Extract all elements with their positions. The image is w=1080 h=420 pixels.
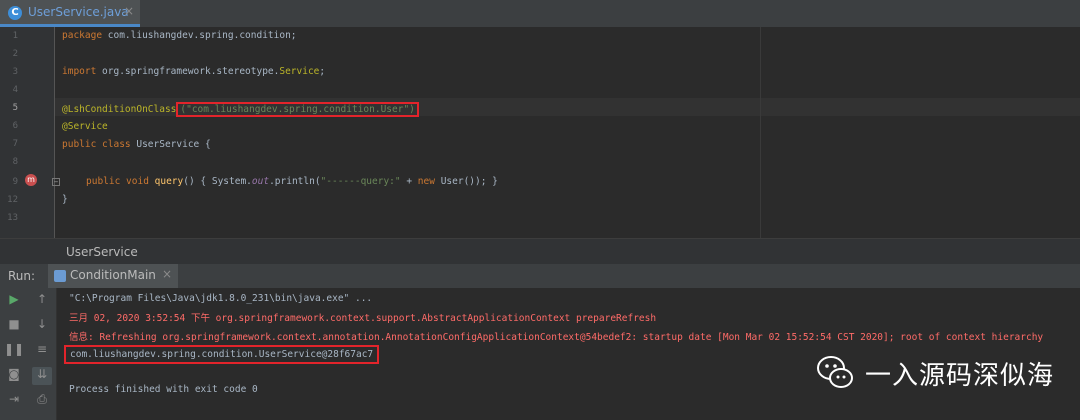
line-number: 1 bbox=[12, 31, 18, 41]
watermark: 一入源码深似海 bbox=[815, 352, 1055, 392]
wechat-icon bbox=[817, 356, 853, 388]
stop-icon[interactable]: ■ bbox=[4, 317, 24, 335]
line-number: 13 bbox=[7, 213, 18, 223]
line-number: 3 bbox=[12, 67, 18, 77]
watermark-text: 一入源码深似海 bbox=[865, 361, 1055, 391]
line-number: 4 bbox=[12, 85, 18, 95]
breadcrumb-item[interactable]: UserService bbox=[66, 245, 138, 259]
code-editor[interactable]: 1 2 3 4 5 6 7 8 9 12 13 m − package com.… bbox=[0, 27, 1080, 238]
annotation-argument-highlight: ("com.liushangdev.spring.condition.User"… bbox=[176, 102, 419, 117]
login-icon[interactable]: ⇥ bbox=[4, 392, 24, 410]
code-line-12: } bbox=[62, 194, 68, 205]
up-icon[interactable]: ↑ bbox=[32, 292, 52, 310]
print-icon[interactable]: ⎙ bbox=[32, 392, 52, 410]
console-line-exit: Process finished with exit code 0 bbox=[69, 384, 258, 395]
code-line-9: public void query() { System.out.println… bbox=[86, 176, 498, 187]
breadcrumb: UserService bbox=[0, 238, 1080, 265]
run-gutter-icon[interactable]: m bbox=[25, 174, 37, 186]
camera-icon[interactable]: ◙ bbox=[4, 367, 24, 385]
tab-condition-main[interactable]: ConditionMain × bbox=[48, 264, 178, 288]
pause-icon[interactable]: ❚❚ bbox=[4, 342, 24, 360]
run-tab-label: ConditionMain bbox=[70, 268, 156, 282]
run-toolbar: ▶ ↑ ■ ↓ ❚❚ ≡ ◙ ⇊ ⇥ ⎙ bbox=[0, 288, 57, 420]
right-margin-guide bbox=[760, 27, 761, 238]
run-tool-window-header: Run: ConditionMain × bbox=[0, 264, 1080, 289]
console-line-log: 三月 02, 2020 3:52:54 下午 org.springframewo… bbox=[69, 313, 657, 324]
code-line-5: @LshConditionOnClass ("com.liushangdev.sp… bbox=[62, 102, 419, 117]
line-number: 6 bbox=[12, 121, 18, 131]
line-number: 9 bbox=[12, 177, 18, 187]
scroll-to-end-icon[interactable]: ⇊ bbox=[32, 367, 52, 385]
run-config-icon bbox=[54, 270, 66, 282]
down-icon[interactable]: ↓ bbox=[32, 317, 52, 335]
console-line-result-highlight: com.liushangdev.spring.condition.UserSer… bbox=[64, 345, 380, 364]
close-icon[interactable]: × bbox=[124, 4, 134, 18]
run-label: Run: bbox=[8, 269, 36, 283]
code-line-3: import org.springframework.stereotype.Se… bbox=[62, 66, 326, 77]
line-number: 7 bbox=[12, 139, 18, 149]
tab-userservice-java[interactable]: C UserService.java × bbox=[0, 0, 140, 27]
code-line-6: @Service bbox=[62, 121, 108, 132]
console-line-log: 信息: Refreshing org.springframework.conte… bbox=[69, 332, 1044, 343]
run-icon[interactable]: ▶ bbox=[4, 292, 24, 310]
class-icon: C bbox=[8, 6, 22, 20]
line-number: 2 bbox=[12, 49, 18, 59]
soft-wrap-icon[interactable]: ≡ bbox=[32, 342, 52, 360]
tab-label: UserService.java bbox=[28, 5, 129, 19]
close-icon[interactable]: × bbox=[162, 267, 172, 281]
line-number: 12 bbox=[7, 195, 18, 205]
line-number: 8 bbox=[12, 157, 18, 167]
line-number-gutter: 1 2 3 4 5 6 7 8 9 12 13 bbox=[0, 27, 55, 238]
fold-icon[interactable]: − bbox=[52, 178, 60, 186]
code-line-1: package com.liushangdev.spring.condition… bbox=[62, 30, 297, 41]
editor-tab-bar: C UserService.java × bbox=[0, 0, 1080, 28]
code-line-7: public class UserService { bbox=[62, 139, 211, 150]
console-line-command: "C:\Program Files\Java\jdk1.8.0_231\bin\… bbox=[69, 293, 373, 304]
line-number: 5 bbox=[12, 103, 18, 113]
